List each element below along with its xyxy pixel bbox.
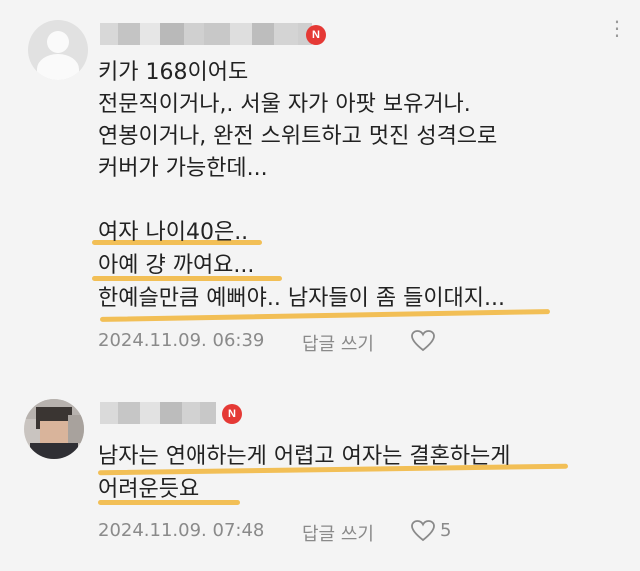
avatar[interactable] (24, 399, 84, 459)
comment-item: N 남자는 연애하는게 어렵고 여자는 결혼하는게 어려운듯요 2024.11.… (0, 372, 640, 571)
timestamp: 2024.11.09. 07:48 (98, 520, 265, 541)
comment-text-line: 연봉이거나, 완전 스위트하고 멋진 성격으로 (98, 124, 498, 149)
timestamp: 2024.11.09. 06:39 (98, 330, 265, 351)
comment-text-line: 여자 나이40은.. (98, 220, 249, 245)
nickname-blurred[interactable] (100, 402, 216, 424)
comment-text-line: 어려운듯요 (98, 477, 200, 502)
comment-text-line: 키가 168이어도 (98, 60, 249, 85)
comment-text-line: 남자는 연애하는게 어렵고 여자는 결혼하는게 (98, 444, 511, 469)
comment-text-line: 한예슬만큼 예뻐야.. 남자들이 좀 들이대지... (98, 286, 506, 311)
heart-icon[interactable] (410, 519, 436, 543)
more-icon[interactable]: ⋮ (607, 16, 628, 40)
avatar[interactable] (28, 20, 88, 80)
comment-text-line: 커버가 가능한데... (98, 156, 268, 181)
new-badge: N (306, 25, 326, 45)
new-badge: N (222, 404, 242, 424)
reply-button[interactable]: 답글 쓰기 (302, 520, 374, 546)
reply-button[interactable]: 답글 쓰기 (302, 330, 374, 356)
comment-text-line: 전문직이거나,. 서울 자가 아팟 보유거나. (98, 92, 471, 117)
like-count: 5 (440, 520, 452, 541)
heart-icon[interactable] (410, 329, 436, 353)
nickname-blurred[interactable] (100, 23, 312, 45)
comment-text-line: 아예 걍 까여요... (98, 253, 255, 278)
comment-item: N ⋮ 키가 168이어도 전문직이거나,. 서울 자가 아팟 보유거나. 연봉… (0, 0, 640, 372)
